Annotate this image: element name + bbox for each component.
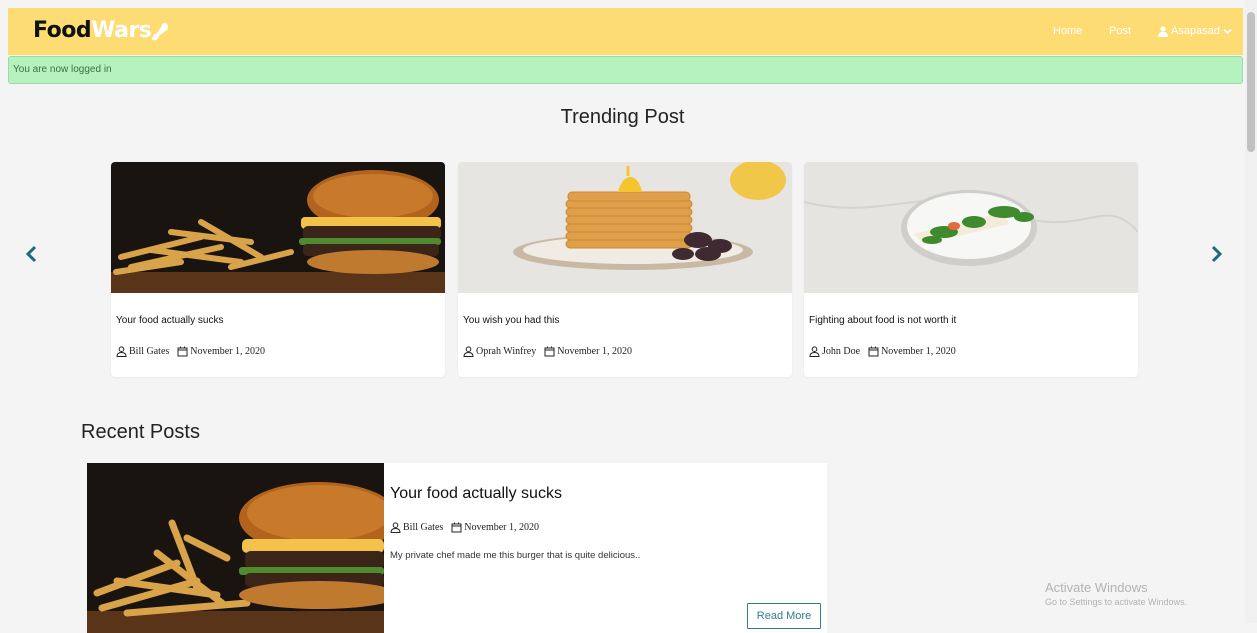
calendar-icon — [177, 346, 188, 357]
recent-post-title[interactable]: Your food actually sucks — [390, 485, 562, 503]
brand-logo[interactable]: FoodWars — [33, 18, 152, 43]
watermark-subtitle: Go to Settings to activate Windows. — [1045, 597, 1188, 607]
scrollbar-thumb[interactable] — [1247, 12, 1255, 152]
chevron-down-icon — [1223, 28, 1232, 34]
calendar-icon — [451, 522, 462, 533]
trending-card-title[interactable]: Fighting about food is not worth it — [809, 315, 956, 326]
user-icon — [116, 346, 127, 357]
trending-card[interactable]: You wish you had this Oprah Winfrey Nove… — [458, 162, 792, 377]
post-author: Bill Gates — [403, 522, 444, 533]
post-meta: Bill Gates November 1, 2020 — [116, 346, 265, 357]
post-author: Bill Gates — [129, 346, 170, 357]
post-image-pancakes — [458, 162, 792, 293]
read-more-button[interactable]: Read More — [747, 603, 821, 629]
user-menu-dropdown[interactable]: Asapasad — [1158, 25, 1232, 37]
calendar-icon — [544, 346, 555, 357]
activate-windows-watermark: Activate Windows Go to Settings to activ… — [1045, 580, 1187, 607]
post-author: Oprah Winfrey — [476, 346, 537, 357]
recent-post-card: Your food actually sucks Bill Gates Nove… — [87, 463, 827, 633]
post-date: November 1, 2020 — [881, 346, 956, 357]
user-icon — [463, 346, 474, 357]
nav-post-link[interactable]: Post — [1109, 25, 1131, 37]
post-meta: John Doe November 1, 2020 — [809, 346, 956, 357]
post-date: November 1, 2020 — [557, 346, 632, 357]
navbar: FoodWars Home Post Asapasad — [8, 8, 1243, 55]
trending-card-title[interactable]: Your food actually sucks — [116, 315, 223, 326]
user-icon — [1158, 25, 1168, 37]
nav-home-link[interactable]: Home — [1053, 25, 1082, 37]
trending-card[interactable]: Your food actually sucks Bill Gates Nove… — [111, 162, 445, 377]
post-image-burger[interactable] — [87, 463, 384, 633]
scrollbar[interactable] — [1245, 0, 1257, 623]
username-label: Asapasad — [1171, 25, 1220, 37]
watermark-title: Activate Windows — [1045, 580, 1148, 595]
trending-title: Trending Post — [560, 106, 685, 128]
post-author: John Doe — [822, 346, 861, 357]
brand-name-part1: Food — [33, 18, 92, 43]
brand-name-part2: Wars — [91, 18, 152, 43]
post-meta: Bill Gates November 1, 2020 — [390, 522, 539, 533]
post-date: November 1, 2020 — [464, 522, 539, 533]
calendar-icon — [868, 346, 879, 357]
login-alert: You are now logged in — [8, 56, 1243, 84]
trending-card-title[interactable]: You wish you had this — [463, 315, 559, 326]
user-icon — [809, 346, 820, 357]
drumstick-icon — [151, 23, 168, 41]
post-image-burger — [111, 162, 445, 293]
post-meta: Oprah Winfrey November 1, 2020 — [463, 346, 632, 357]
post-date: November 1, 2020 — [190, 346, 265, 357]
trending-card[interactable]: Fighting about food is not worth it John… — [804, 162, 1138, 377]
alert-text: You are now logged in — [13, 64, 112, 75]
post-excerpt: My private chef made me this burger that… — [390, 550, 641, 561]
recent-posts-title: Recent Posts — [81, 421, 200, 443]
chevron-left-icon[interactable] — [22, 244, 42, 264]
chevron-right-icon[interactable] — [1206, 244, 1226, 264]
user-icon — [390, 522, 401, 533]
post-image-salad — [804, 162, 1138, 293]
